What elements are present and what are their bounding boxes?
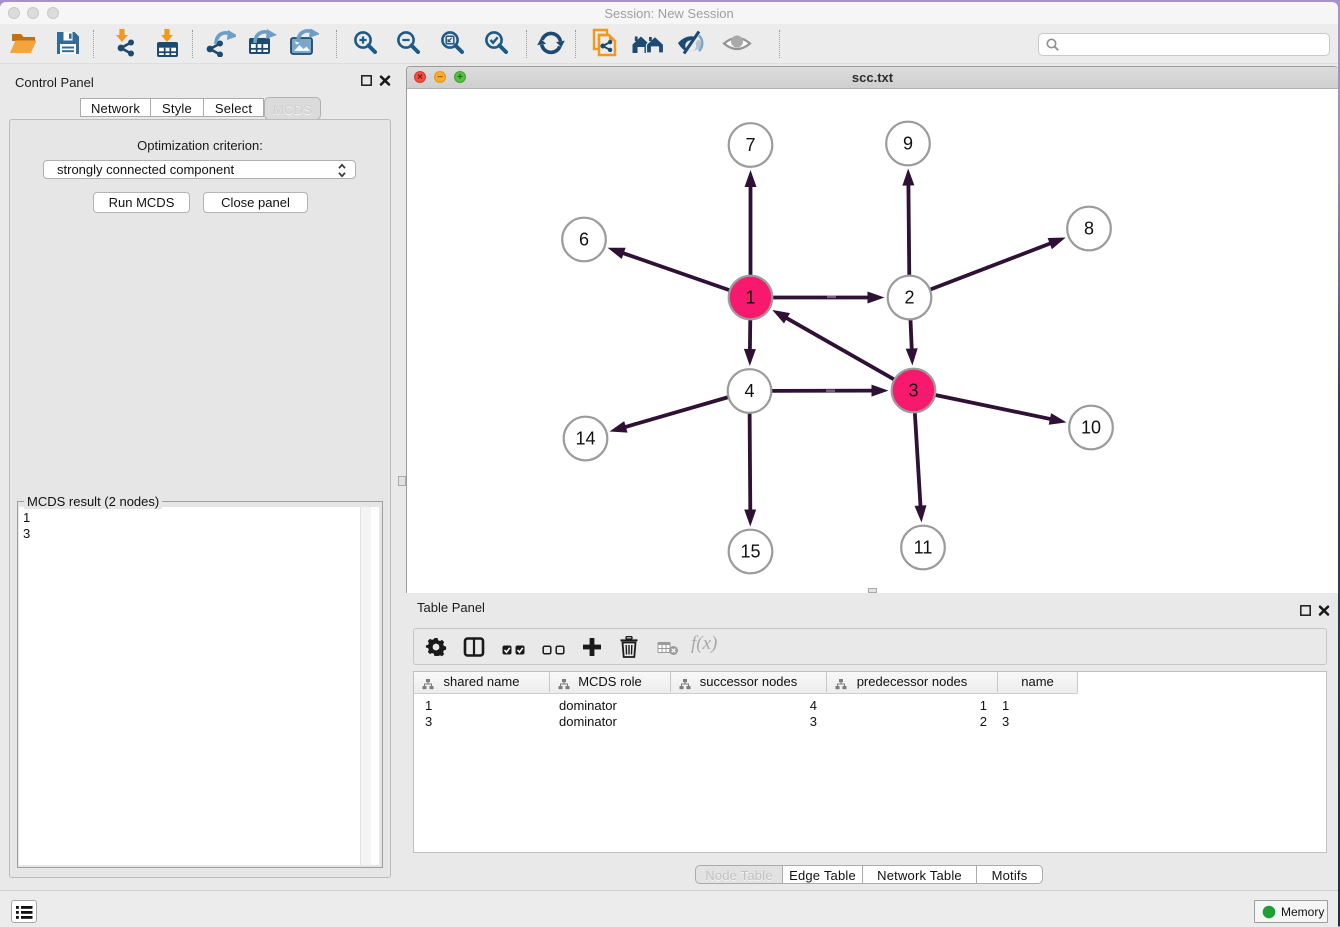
svg-text:2: 2 <box>904 288 914 308</box>
svg-text:1: 1 <box>745 288 755 308</box>
svg-text:7: 7 <box>745 135 755 155</box>
svg-text:3: 3 <box>908 381 918 401</box>
svg-text:4: 4 <box>744 381 754 401</box>
svg-text:15: 15 <box>740 542 760 562</box>
svg-text:10: 10 <box>1081 418 1101 438</box>
svg-text:9: 9 <box>903 134 913 154</box>
svg-text:14: 14 <box>575 429 595 449</box>
svg-text:8: 8 <box>1084 219 1094 239</box>
svg-text:6: 6 <box>579 230 589 250</box>
svg-text:11: 11 <box>914 538 933 558</box>
